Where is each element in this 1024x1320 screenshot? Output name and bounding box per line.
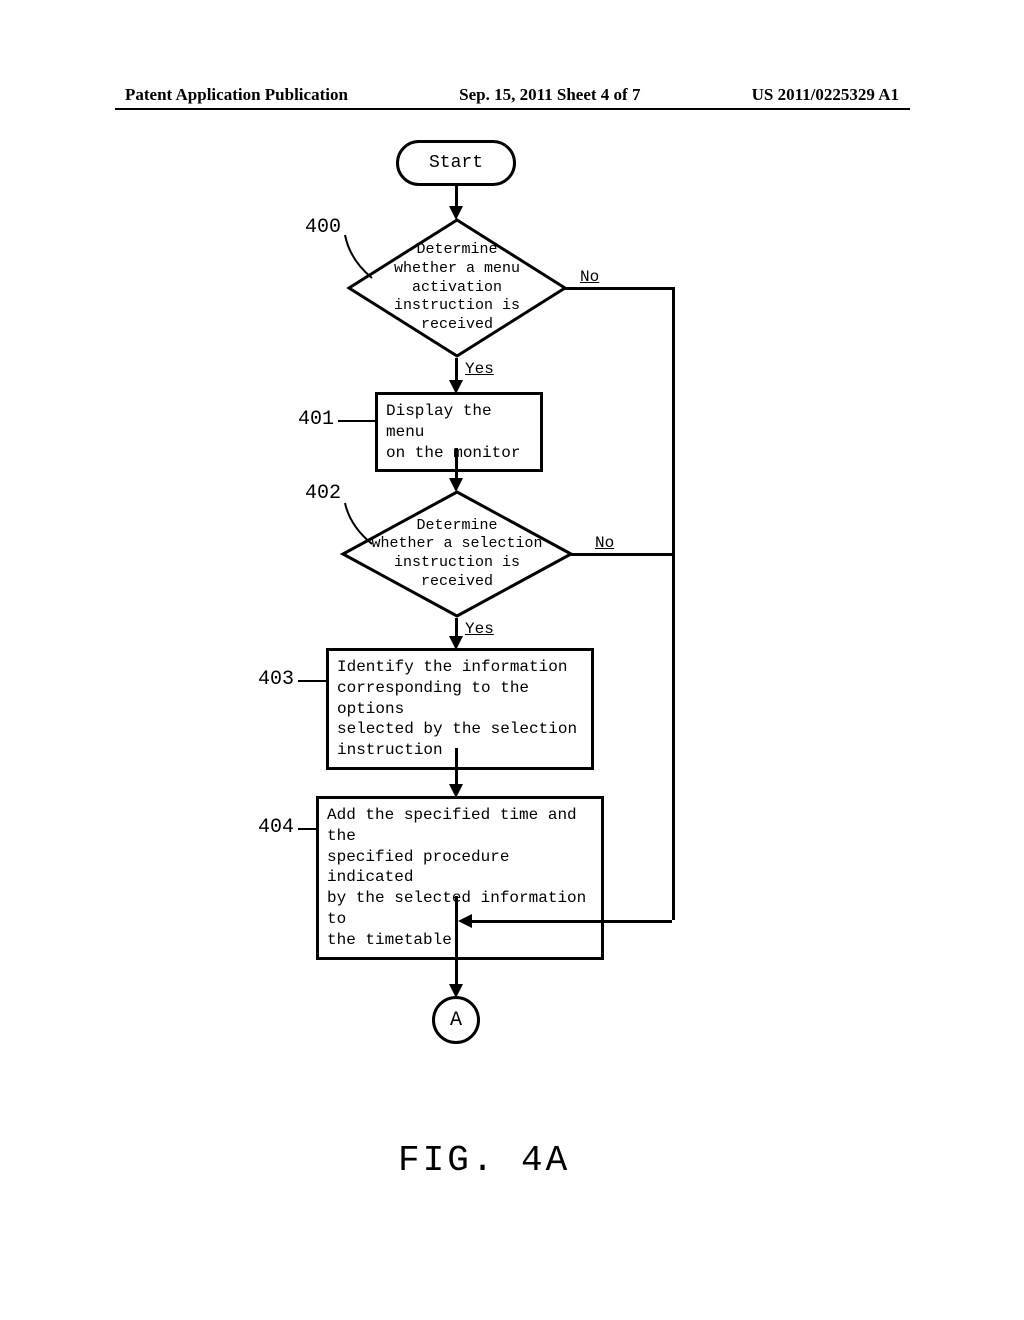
- header-rule: [115, 108, 910, 110]
- line-400-no-v: [672, 287, 675, 987]
- edge-no-402: No: [595, 534, 614, 552]
- line-no-merge-h: [470, 920, 675, 923]
- line-400-no-h: [565, 287, 675, 290]
- decision-402-text: Determine whether a selection instructio…: [371, 517, 542, 592]
- edge-yes-400: Yes: [465, 360, 494, 378]
- page-header: Patent Application Publication Sep. 15, …: [0, 85, 1024, 105]
- label-lead-403: [298, 680, 326, 682]
- label-403: 403: [258, 668, 294, 691]
- connector-a: A: [432, 996, 480, 1044]
- figure-caption: FIG. 4A: [398, 1140, 570, 1181]
- decision-400-text: Determine whether a menu activation inst…: [394, 241, 520, 335]
- process-404: Add the specified time and the specified…: [316, 796, 604, 960]
- connector-a-label: A: [450, 1009, 462, 1032]
- edge-no-400: No: [580, 268, 599, 286]
- edge-yes-402: Yes: [465, 620, 494, 638]
- label-lead-401: [338, 420, 375, 422]
- arrow-403-404: [455, 748, 458, 786]
- arrow-404-a: [455, 896, 458, 986]
- label-lead-404: [298, 828, 316, 830]
- process-401: Display the menu on the monitor: [375, 392, 543, 472]
- label-lead-400: [340, 230, 380, 290]
- label-400: 400: [305, 216, 341, 239]
- header-right: US 2011/0225329 A1: [752, 85, 899, 105]
- header-center: Sep. 15, 2011 Sheet 4 of 7: [459, 85, 640, 105]
- label-401: 401: [298, 408, 334, 431]
- start-terminal: Start: [396, 140, 516, 186]
- arrow-401-402: [455, 448, 458, 480]
- header-left: Patent Application Publication: [125, 85, 348, 105]
- label-404: 404: [258, 816, 294, 839]
- line-402-no-h: [571, 553, 675, 556]
- line-no-merge-v: [672, 920, 675, 987]
- arrow-start-400: [455, 186, 458, 208]
- flowchart-figure: Start Determine whether a menu activatio…: [0, 130, 1024, 1070]
- arrowhead-no-merge: [458, 914, 472, 928]
- process-403: Identify the information corresponding t…: [326, 648, 594, 770]
- label-402: 402: [305, 482, 341, 505]
- arrow-400-401: [455, 358, 458, 382]
- start-label: Start: [429, 153, 483, 173]
- arrow-402-403: [455, 618, 458, 638]
